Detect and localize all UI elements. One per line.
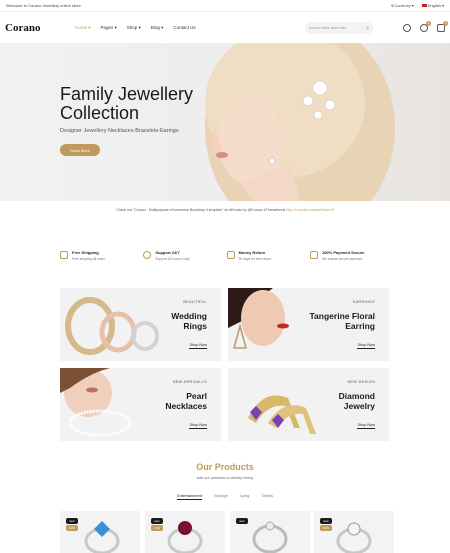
money-return-icon [226, 251, 235, 259]
search-input[interactable]: Search entire store here ⌕ [305, 21, 373, 34]
hero-subtitle: Designer Jewellery Necklaces-Bracelets-E… [60, 128, 179, 134]
rings-image [65, 297, 159, 355]
truck-icon [60, 251, 68, 259]
uk-flag-icon [421, 4, 427, 8]
nav-blog[interactable]: Blog ▾ [151, 25, 164, 31]
currency-dropdown[interactable]: $ Currency ▾ [391, 3, 414, 8]
new-label: new [66, 518, 78, 524]
new-label: new [151, 518, 163, 524]
products-section-title: Our Products [196, 462, 254, 472]
shop-now-link[interactable]: Shop Now [357, 343, 375, 349]
notice-link[interactable]: http://1.envato.market/NLbd W [286, 208, 333, 212]
feature-item: Money Return 30 days for free return [226, 250, 307, 261]
feature-item: 100% Payment Secure We ensure secure paym… [309, 250, 390, 261]
model-pearl-image [60, 368, 132, 437]
tab-entertainment[interactable]: Entertainment [177, 493, 202, 500]
new-label: new [320, 518, 332, 524]
product-card[interactable]: new 10% [314, 511, 394, 553]
shop-now-link[interactable]: Shop Now [189, 343, 207, 349]
discount-label: 10% [151, 525, 164, 531]
feature-item: Support 24/7 Support 24 hours a day [143, 250, 223, 261]
service-features: Free Shipping Free shipping all order Sup… [60, 250, 390, 261]
banner-pearl-necklaces[interactable]: NEW ARRIVALLS Pearl Necklaces Shop Now [60, 368, 221, 441]
nav-contact[interactable]: Contact Us [173, 25, 195, 31]
hero-slider: Family Jewellery Collection Designer Jew… [0, 43, 450, 201]
discount-label: 10% [320, 525, 333, 531]
nav-shop[interactable]: Shop ▾ [127, 25, 141, 31]
model-earring-image [228, 288, 289, 349]
new-label: new [236, 518, 248, 524]
product-tabs: Entertainment Storage Lying Tables [0, 493, 450, 500]
notice-text: Check out "Corano - Multipurpose eCommer… [116, 208, 286, 212]
product-card[interactable]: new 10% [145, 511, 225, 553]
shop-now-link[interactable]: Shop Now [189, 423, 207, 429]
tab-lying[interactable]: Lying [240, 493, 249, 500]
main-header: Corano Home ▾ Pages ▾ Shop ▾ Blog ▾ Cont… [0, 12, 450, 44]
user-icon[interactable] [403, 23, 411, 32]
promo-notice: Check out "Corano - Multipurpose eCommer… [0, 208, 450, 212]
banner-tangerine-earring[interactable]: EARRINGS Tangerine Floral Earring Shop No… [228, 288, 389, 361]
tab-storage[interactable]: Storage [214, 493, 228, 500]
shop-now-link[interactable]: Shop Now [357, 423, 375, 429]
wishlist-count: 0 [426, 20, 431, 26]
heart-icon[interactable]: 0 [420, 20, 431, 32]
nav-pages[interactable]: Pages ▾ [101, 25, 117, 31]
tab-tables[interactable]: Tables [261, 493, 273, 500]
cart-count: 2 [443, 20, 448, 26]
banner-wedding-rings[interactable]: BEAUTIFUL Wedding Rings Shop Now [60, 288, 221, 361]
logo[interactable]: Corano [5, 22, 75, 34]
search-placeholder: Search entire store here [309, 25, 347, 30]
header-icons: 0 2 [403, 20, 448, 32]
product-card[interactable]: new 10% [60, 511, 140, 553]
read-more-button[interactable]: Read More [60, 144, 100, 156]
diamond-heels-image [248, 395, 316, 434]
language-dropdown[interactable]: English ▾ [421, 3, 444, 8]
banner-diamond-jewelry[interactable]: NEW DESIGN Diamond Jewelry Shop Now [228, 368, 389, 441]
welcome-text: Welcome to Corano Jewellery online store [6, 3, 81, 8]
hero-title: Family Jewellery Collection [60, 84, 194, 123]
nav-home[interactable]: Home ▾ [75, 25, 91, 31]
products-section-subtitle: Add our products to weekly lineup [196, 476, 254, 480]
product-card[interactable]: new [230, 511, 310, 553]
secure-payment-icon [309, 251, 318, 259]
cart-icon[interactable]: 2 [437, 20, 448, 32]
search-icon[interactable]: ⌕ [366, 25, 369, 31]
feature-item: Free Shipping Free shipping all order [60, 250, 140, 261]
top-bar: Welcome to Corano Jewellery online store… [0, 0, 450, 12]
support-icon [143, 251, 152, 259]
main-nav: Home ▾ Pages ▾ Shop ▾ Blog ▾ Contact Us [75, 25, 305, 31]
discount-label: 10% [66, 525, 79, 531]
